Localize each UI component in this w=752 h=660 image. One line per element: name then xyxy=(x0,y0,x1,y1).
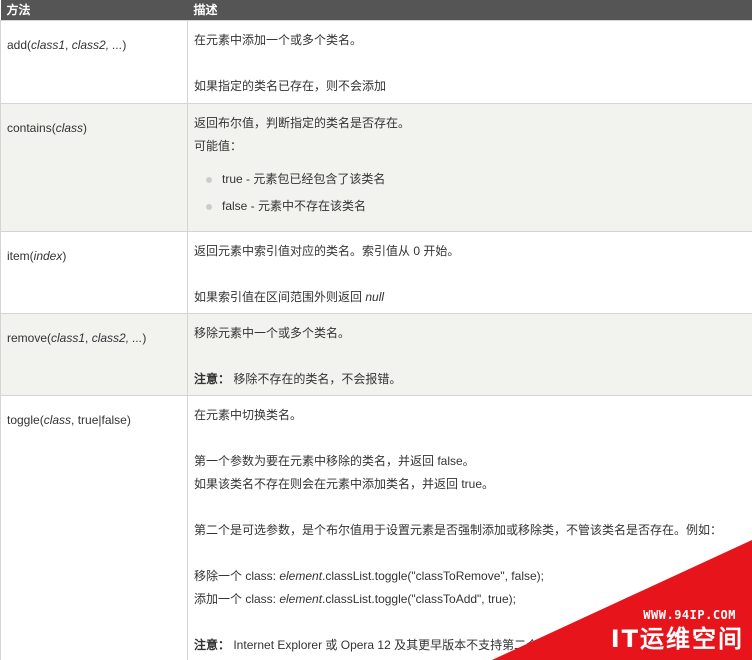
description-cell: 在元素中添加一个或多个类名。 如果指定的类名已存在，则不会添加 xyxy=(187,20,752,104)
description-text: 移除元素中一个或多个类名。 xyxy=(194,326,351,340)
method-arg: class2 xyxy=(71,38,106,52)
table-row: remove(class1, class2, ...) 移除元素中一个或多个类名… xyxy=(0,313,752,396)
method-arg: class xyxy=(55,121,84,135)
method-cell: add(class1, class2, ...) xyxy=(0,20,188,104)
method-sep: , xyxy=(65,38,72,52)
description-text: 第一个参数为要在元素中移除的类名，并返回 false。 xyxy=(194,454,475,468)
method-arg: , ... xyxy=(105,38,123,52)
method-rest: , true|false) xyxy=(71,413,131,427)
method-close: ) xyxy=(122,38,127,52)
note-label: 注意： xyxy=(194,638,231,652)
method-arg: class1 xyxy=(31,38,66,52)
method-name: remove( xyxy=(7,331,52,345)
possible-values-list: true - 元素包已经包含了该类名 false - 元素中不存在该类名 xyxy=(194,166,752,220)
example-add: 添加一个 class: element.classList.toggle("cl… xyxy=(194,592,516,606)
description-text: 第二个是可选参数，是个布尔值用于设置元素是否强制添加或移除类，不管该类名是否存在… xyxy=(194,523,723,537)
method-name: toggle( xyxy=(7,413,44,427)
description-text: 返回元素中索引值对应的类名。索引值从 0 开始。 xyxy=(194,244,460,258)
table-header-row: 方法 描述 xyxy=(0,0,752,21)
description-cell: 移除元素中一个或多个类名。 注意： 移除不存在的类名，不会报错。 xyxy=(187,313,752,396)
method-cell: remove(class1, class2, ...) xyxy=(0,313,188,396)
description-text: 在元素中切换类名。 xyxy=(194,408,303,422)
method-reference-table: 方法 描述 add(class1, class2, ...) 在元素中添加一个或… xyxy=(0,0,752,660)
note-label: 注意： xyxy=(194,372,231,386)
method-arg: , ... xyxy=(125,331,143,345)
header-method: 方法 xyxy=(6,3,31,17)
description-text: 可能值： xyxy=(194,139,243,153)
note-text: 注意： 移除不存在的类名，不会报错。 xyxy=(194,372,402,386)
description-text: 如果索引值在区间范围外则返回 null xyxy=(194,290,385,304)
method-cell: toggle(class, true|false) xyxy=(0,395,188,660)
table-row: toggle(class, true|false) 在元素中切换类名。 第一个参… xyxy=(0,395,752,660)
method-name: item( xyxy=(7,249,34,263)
table-row: contains(class) 返回布尔值，判断指定的类名是否存在。 可能值： … xyxy=(0,103,752,232)
method-cell: contains(class) xyxy=(0,103,188,232)
description-text: 如果该类名不存在则会在元素中添加类名，并返回 true。 xyxy=(194,477,495,491)
example-remove: 移除一个 class: element.classList.toggle("cl… xyxy=(194,569,544,583)
description-cell: 返回元素中索引值对应的类名。索引值从 0 开始。 如果索引值在区间范围外则返回 … xyxy=(187,231,752,314)
method-sep: , xyxy=(85,331,92,345)
method-cell: item(index) xyxy=(0,231,188,314)
description-text: 返回布尔值，判断指定的类名是否存在。 xyxy=(194,116,411,130)
list-item: false - 元素中不存在该类名 xyxy=(194,193,752,220)
method-arg: index xyxy=(33,249,63,263)
list-item: true - 元素包已经包含了该类名 xyxy=(194,166,752,193)
table-row: item(index) 返回元素中索引值对应的类名。索引值从 0 开始。 如果索… xyxy=(0,231,752,314)
method-arg: class1 xyxy=(51,331,86,345)
method-close: ) xyxy=(142,331,147,345)
method-close: ) xyxy=(62,249,67,263)
method-arg: class2 xyxy=(91,331,126,345)
bullet-icon xyxy=(206,177,212,183)
method-arg: class xyxy=(43,413,72,427)
note-text: 注意： Internet Explorer 或 Opera 12 及其更早版本不… xyxy=(194,638,575,652)
method-close: ) xyxy=(83,121,88,135)
table-row: add(class1, class2, ...) 在元素中添加一个或多个类名。 … xyxy=(0,20,752,104)
header-description: 描述 xyxy=(193,3,218,17)
null-keyword: null xyxy=(365,290,385,304)
description-cell: 返回布尔值，判断指定的类名是否存在。 可能值： true - 元素包已经包含了该… xyxy=(187,103,752,232)
method-name: contains( xyxy=(7,121,56,135)
bullet-icon xyxy=(206,204,212,210)
description-text: 如果指定的类名已存在，则不会添加 xyxy=(194,79,387,93)
description-text: 在元素中添加一个或多个类名。 xyxy=(194,33,363,47)
description-cell: 在元素中切换类名。 第一个参数为要在元素中移除的类名，并返回 false。 如果… xyxy=(187,395,752,660)
method-name: add( xyxy=(7,38,32,52)
